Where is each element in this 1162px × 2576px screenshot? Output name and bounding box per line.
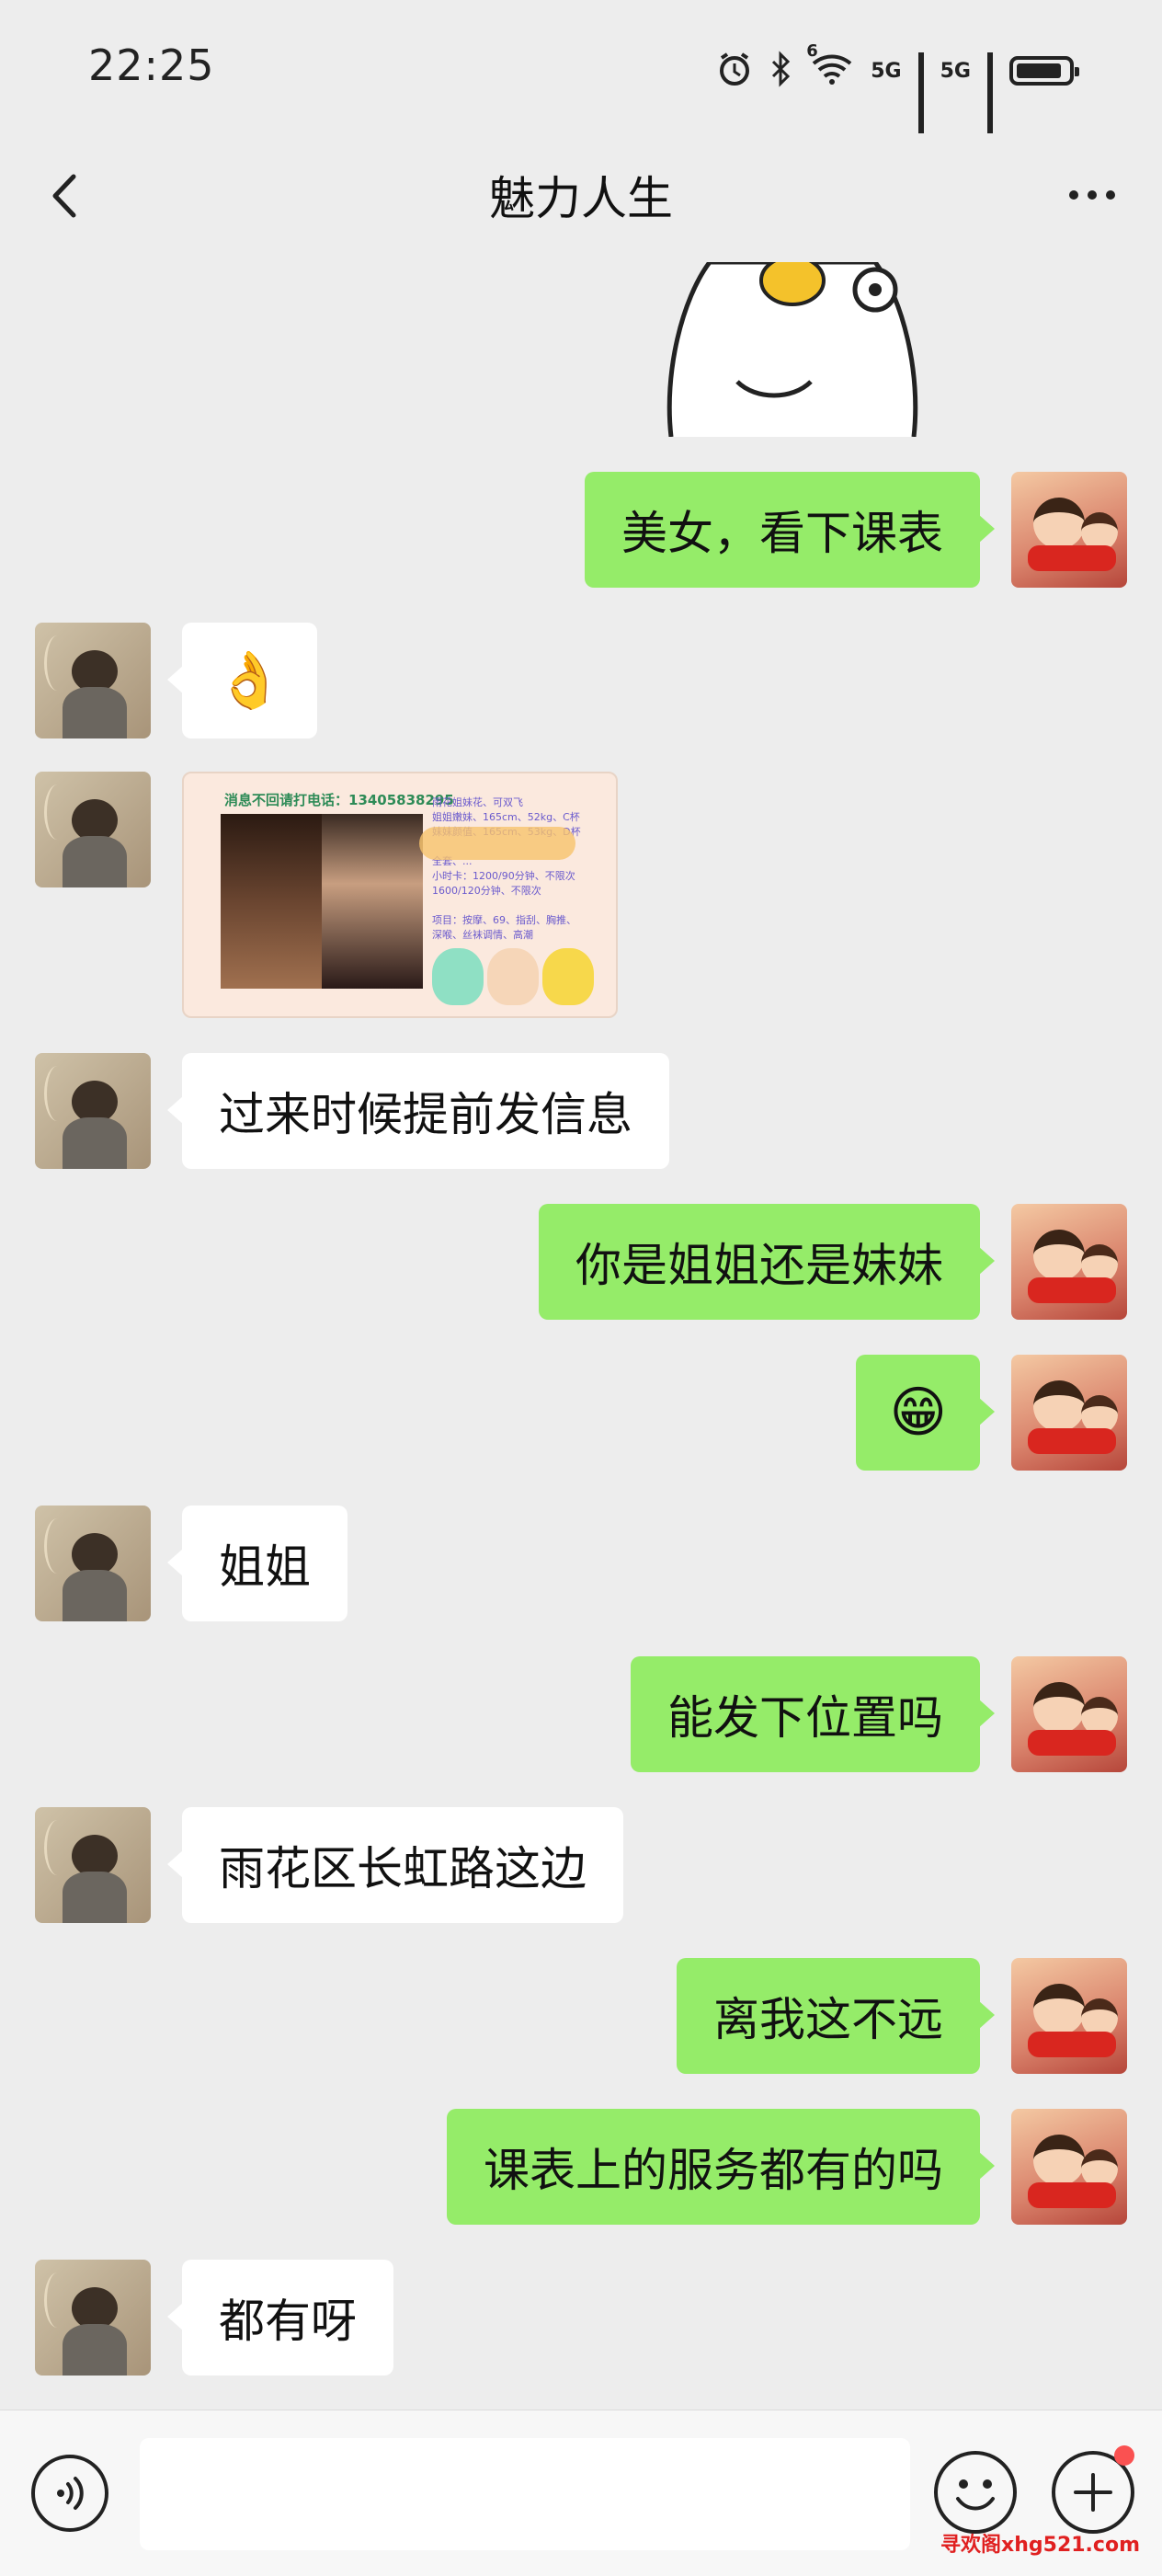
- message-row: 都有呀: [0, 2260, 1162, 2376]
- image-blur-overlay: [419, 827, 575, 860]
- message-row: 课表上的服务都有的吗: [0, 2109, 1162, 2225]
- ok-hand-emoji: 👌: [215, 648, 284, 713]
- message-bubble-self[interactable]: 美女，看下课表: [585, 472, 995, 588]
- chat-area[interactable]: 美女，看下课表 👌 消息不回请打电话：13405838295 雨花姐妹花、可双飞…: [0, 262, 1162, 2410]
- avatar-self[interactable]: [1011, 1355, 1127, 1471]
- plus-icon: [1074, 2473, 1112, 2512]
- grin-emoji: 😁: [889, 1380, 947, 1445]
- message-bubble-other[interactable]: 👌: [167, 623, 317, 738]
- avatar-self[interactable]: [1011, 472, 1127, 588]
- more-dot-icon: [1069, 190, 1078, 200]
- message-row: 美女，看下课表: [0, 472, 1162, 588]
- message-bubble-self[interactable]: 离我这不远: [677, 1958, 995, 2074]
- notification-badge: [1114, 2445, 1134, 2466]
- network-label-2: 5G: [940, 59, 971, 83]
- message-bubble-self[interactable]: 课表上的服务都有的吗: [447, 2109, 995, 2225]
- avatar-contact[interactable]: [35, 1506, 151, 1621]
- image-message[interactable]: 消息不回请打电话：13405838295 雨花姐妹花、可双飞 姐姐嫩妹、165c…: [182, 772, 618, 1018]
- wifi-label: 6: [806, 41, 818, 61]
- wifi-icon: 6: [806, 41, 854, 91]
- avatar-self[interactable]: [1011, 1958, 1127, 2074]
- message-bubble-other[interactable]: 过来时候提前发信息: [167, 1053, 669, 1169]
- status-icons: 6 5G 5G: [716, 41, 1079, 133]
- message-bubble-self[interactable]: 你是姐姐还是妹妹: [539, 1204, 995, 1320]
- voice-icon: [57, 2477, 84, 2510]
- watermark: 寻欢阁xhg521.com: [940, 2534, 1140, 2557]
- voice-button[interactable]: [31, 2455, 108, 2532]
- avatar-contact[interactable]: [35, 1807, 151, 1923]
- bluetooth-icon: [769, 51, 793, 91]
- emoji-button[interactable]: [934, 2451, 1017, 2534]
- more-dot-icon: [1088, 190, 1097, 200]
- message-bubble-self[interactable]: 能发下位置吗: [631, 1656, 995, 1772]
- message-input[interactable]: [140, 2438, 910, 2550]
- message-bubble-self[interactable]: 😁: [856, 1355, 995, 1471]
- avatar-self[interactable]: [1011, 1204, 1127, 1320]
- avatar-self[interactable]: [1011, 2109, 1127, 2225]
- image-photo: [322, 814, 423, 989]
- nav-bar: 魅力人生: [0, 138, 1162, 259]
- avatar-contact[interactable]: [35, 772, 151, 887]
- avatar-self[interactable]: [1011, 1656, 1127, 1772]
- image-cartoon-characters: [432, 948, 594, 1005]
- signal-icon: [917, 52, 924, 133]
- more-button[interactable]: [1055, 167, 1129, 223]
- network-label-1: 5G: [871, 59, 902, 83]
- message-bubble-other[interactable]: 姐姐: [167, 1506, 347, 1621]
- status-time: 22:25: [88, 40, 215, 90]
- message-row: 离我这不远: [0, 1958, 1162, 2074]
- status-bar: 22:25 6 5G 5G: [0, 0, 1162, 138]
- message-row: 👌: [0, 623, 1162, 738]
- image-photo: [221, 814, 322, 989]
- message-bubble-other[interactable]: 雨花区长虹路这边: [167, 1807, 623, 1923]
- sticker-image[interactable]: [655, 262, 958, 438]
- message-row: 过来时候提前发信息: [0, 1053, 1162, 1169]
- message-bubble-other[interactable]: 都有呀: [167, 2260, 393, 2376]
- more-dot-icon: [1106, 190, 1115, 200]
- emoji-icon: [956, 2479, 995, 2511]
- message-row: 雨花区长虹路这边: [0, 1807, 1162, 1923]
- chat-title: 魅力人生: [489, 172, 673, 225]
- message-row: 你是姐姐还是妹妹: [0, 1204, 1162, 1320]
- battery-icon: [1009, 56, 1079, 86]
- signal-icon: [987, 52, 993, 133]
- avatar-contact[interactable]: [35, 623, 151, 738]
- avatar-contact[interactable]: [35, 2260, 151, 2376]
- input-bar: 寻欢阁xhg521.com: [0, 2410, 1162, 2576]
- message-row: 消息不回请打电话：13405838295 雨花姐妹花、可双飞 姐姐嫩妹、165c…: [0, 772, 1162, 1018]
- image-body-text: 雨花姐妹花、可双飞 姐姐嫩妹、165cm、52kg、C杯 妹妹颜值、165cm、…: [432, 796, 581, 970]
- avatar-contact[interactable]: [35, 1053, 151, 1169]
- message-row: 姐姐: [0, 1506, 1162, 1621]
- message-row: 能发下位置吗: [0, 1656, 1162, 1772]
- image-phone-text: 消息不回请打电话：13405838295: [224, 792, 454, 808]
- message-row: 😁: [0, 1355, 1162, 1471]
- alarm-icon: [716, 51, 753, 91]
